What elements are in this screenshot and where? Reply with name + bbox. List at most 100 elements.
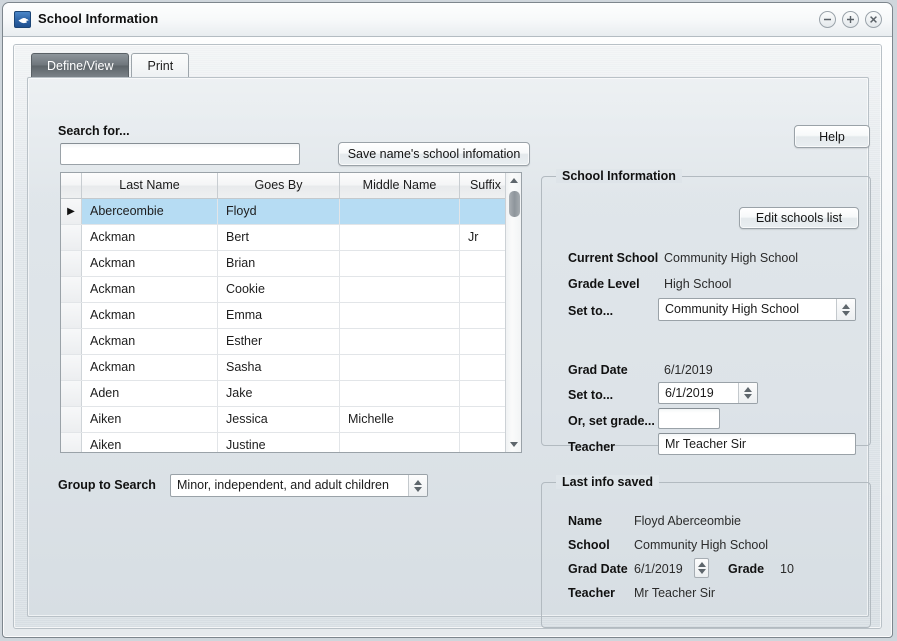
table-row[interactable]: ▶ Aberceombie Floyd — [61, 199, 521, 225]
search-input[interactable] — [60, 143, 300, 165]
column-header-marker[interactable] — [61, 173, 82, 198]
scrollbar-thumb[interactable] — [509, 191, 520, 217]
school-information-group: School Information Edit schools list Cur… — [541, 169, 871, 455]
table-vertical-scrollbar[interactable] — [505, 173, 521, 452]
cell-goes-by: Jake — [218, 381, 340, 406]
cell-goes-by: Floyd — [218, 199, 340, 224]
row-marker — [61, 277, 82, 302]
set-grad-date-spinner[interactable]: 6/1/2019 — [658, 382, 758, 404]
column-header-last-name[interactable]: Last Name — [82, 173, 218, 198]
last-info-saved-group-title: Last info saved — [556, 475, 659, 489]
teacher-input[interactable] — [658, 433, 856, 455]
saved-teacher-label: Teacher — [568, 586, 616, 600]
stepper-up-icon[interactable] — [697, 562, 706, 567]
tab-define-view[interactable]: Define/View — [31, 53, 130, 78]
group-to-search-stepper[interactable] — [408, 475, 427, 496]
edit-schools-list-button[interactable]: Edit schools list — [739, 207, 859, 229]
table-row[interactable]: Aiken Justine — [61, 433, 521, 452]
table-body: ▶ Aberceombie Floyd Ackman Bert Jr Ackman Brian… — [61, 199, 521, 452]
saved-teacher-value: Mr Teacher Sir — [634, 586, 716, 600]
cell-goes-by: Emma — [218, 303, 340, 328]
row-marker — [61, 329, 82, 354]
saved-grad-date-label: Grad Date — [568, 562, 628, 576]
cell-middle-name — [340, 199, 460, 224]
row-marker — [61, 303, 82, 328]
cell-last-name: Ackman — [82, 355, 218, 380]
table-row[interactable]: Aiken Jessica Michelle — [61, 407, 521, 433]
cell-goes-by: Jessica — [218, 407, 340, 432]
set-grade-label: Or, set grade... — [568, 414, 655, 428]
cell-last-name: Aden — [82, 381, 218, 406]
grade-level-label: Grade Level — [568, 277, 640, 291]
stepper-down-icon[interactable] — [697, 569, 706, 574]
row-marker: ▶ — [61, 199, 82, 224]
cell-middle-name — [340, 355, 460, 380]
minimize-button[interactable] — [819, 11, 836, 28]
maximize-button[interactable] — [842, 11, 859, 28]
cell-middle-name — [340, 329, 460, 354]
set-grad-date-label: Set to... — [568, 388, 614, 402]
table-row[interactable]: Ackman Brian — [61, 251, 521, 277]
cell-middle-name — [340, 277, 460, 302]
set-school-value: Community High School — [665, 303, 800, 316]
tab-strip: Define/View Print — [31, 53, 190, 78]
cell-last-name: Aiken — [82, 433, 218, 452]
cell-goes-by: Cookie — [218, 277, 340, 302]
client-area: Define/View Print Search for... Save nam… — [13, 44, 882, 629]
grad-date-label: Grad Date — [568, 363, 628, 377]
cell-middle-name: Michelle — [340, 407, 460, 432]
window-title: School Information — [38, 11, 159, 26]
stepper-down-icon[interactable] — [842, 310, 850, 316]
set-school-stepper[interactable] — [836, 299, 855, 320]
table-row[interactable]: Ackman Bert Jr — [61, 225, 521, 251]
cell-middle-name — [340, 381, 460, 406]
stepper-up-icon[interactable] — [414, 479, 422, 485]
column-header-goes-by[interactable]: Goes By — [218, 173, 340, 198]
set-grad-date-value: 6/1/2019 — [665, 386, 714, 400]
table-row[interactable]: Aden Jake — [61, 381, 521, 407]
row-marker — [61, 433, 82, 452]
saved-grad-date-stepper[interactable] — [694, 558, 709, 578]
table-row[interactable]: Ackman Sasha — [61, 355, 521, 381]
set-school-combo[interactable]: Community High School — [658, 298, 856, 321]
column-header-middle-name[interactable]: Middle Name — [340, 173, 460, 198]
stepper-up-icon[interactable] — [842, 303, 850, 309]
table-row[interactable]: Ackman Esther — [61, 329, 521, 355]
current-school-label: Current School — [568, 251, 659, 265]
stepper-down-icon[interactable] — [414, 486, 422, 492]
table-row[interactable]: Ackman Emma — [61, 303, 521, 329]
set-grade-input[interactable] — [658, 408, 720, 429]
stepper-up-icon[interactable] — [744, 387, 752, 392]
cell-last-name: Ackman — [82, 277, 218, 302]
cell-goes-by: Brian — [218, 251, 340, 276]
saved-grade-label: Grade — [728, 562, 765, 576]
saved-grad-date-value: 6/1/2019 — [634, 562, 683, 576]
help-button[interactable]: Help — [794, 125, 870, 148]
saved-school-label: School — [568, 538, 610, 552]
group-to-search-value: Minor, independent, and adult children — [177, 479, 389, 492]
save-school-info-button[interactable]: Save name's school infomation — [338, 142, 530, 166]
names-table[interactable]: Last Name Goes By Middle Name Suffix ▶ Ab… — [60, 172, 522, 453]
group-to-search-combo[interactable]: Minor, independent, and adult children — [170, 474, 428, 497]
close-button[interactable] — [865, 11, 882, 28]
cell-last-name: Ackman — [82, 251, 218, 276]
row-marker — [61, 381, 82, 406]
grade-level-value: High School — [664, 277, 732, 291]
scroll-up-arrow-icon[interactable] — [506, 173, 521, 188]
current-school-value: Community High School — [664, 251, 799, 265]
tab-print[interactable]: Print — [131, 53, 190, 78]
cell-goes-by: Esther — [218, 329, 340, 354]
stepper-down-icon[interactable] — [744, 394, 752, 399]
dove-icon — [14, 11, 31, 28]
cell-last-name: Aiken — [82, 407, 218, 432]
search-label: Search for... — [58, 124, 130, 138]
set-grad-date-stepper[interactable] — [738, 383, 757, 403]
row-marker — [61, 251, 82, 276]
scroll-down-arrow-icon[interactable] — [506, 437, 521, 452]
table-row[interactable]: Ackman Cookie — [61, 277, 521, 303]
cell-last-name: Ackman — [82, 329, 218, 354]
grad-date-value: 6/1/2019 — [664, 363, 713, 377]
application-window: School Information Define/View Print Sea… — [2, 2, 893, 638]
row-marker — [61, 225, 82, 250]
cell-middle-name — [340, 303, 460, 328]
